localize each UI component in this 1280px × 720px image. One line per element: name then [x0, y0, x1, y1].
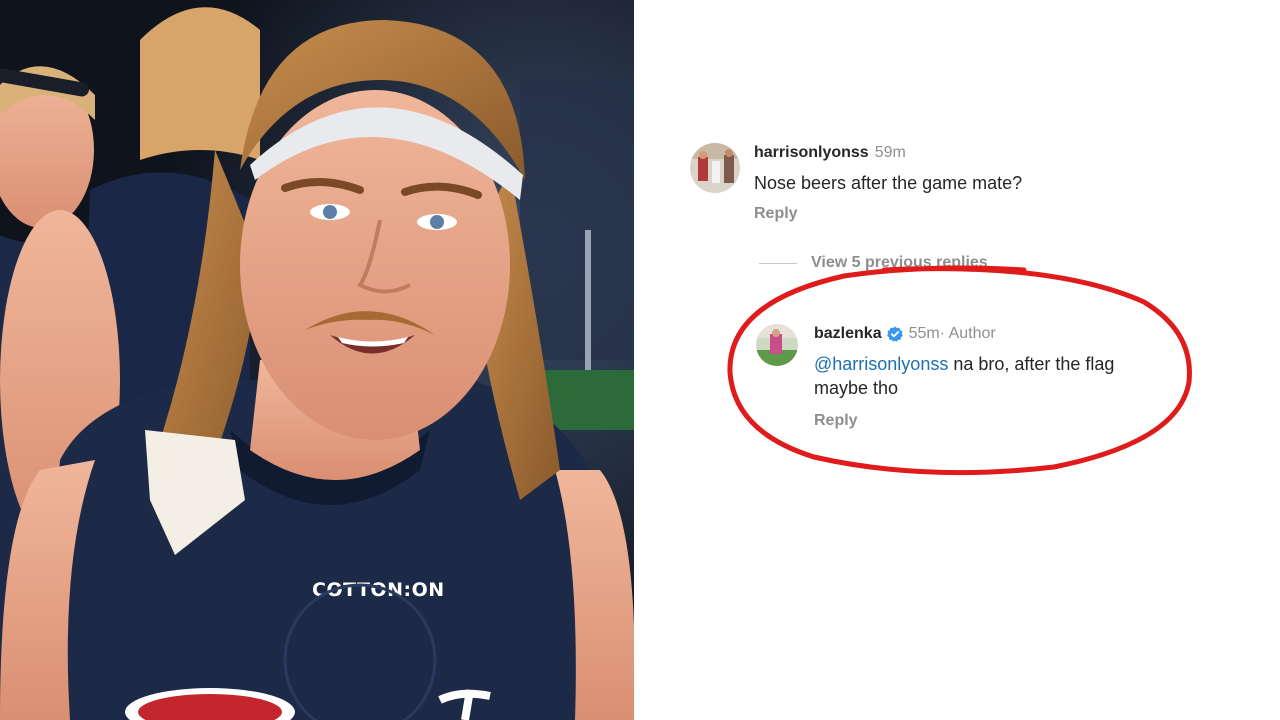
user-avatar-icon[interactable] — [756, 324, 798, 366]
comment-harrisonlyonss: harrisonlyonss 59m Nose beers after the … — [690, 143, 1022, 223]
player-photo-illustration: COTTON:ON — [0, 0, 634, 720]
comment-text-line-2: maybe tho — [814, 378, 899, 398]
comments-panel: harrisonlyonss 59m Nose beers after the … — [634, 0, 1280, 720]
view-replies-label: View 5 previous replies — [811, 254, 988, 271]
user-mention-link[interactable]: @harrisonlyonss — [814, 354, 948, 374]
replies-divider-line — [759, 262, 797, 264]
comment-text: @harrisonlyonss na bro, after the flag m… — [814, 352, 1114, 400]
user-avatar-icon[interactable] — [690, 143, 740, 193]
player-photo: COTTON:ON — [0, 0, 634, 720]
comment-text: Nose beers after the game mate? — [754, 173, 1023, 193]
view-previous-replies-button[interactable]: View 5 previous replies — [759, 254, 988, 272]
reply-button[interactable]: Reply — [814, 412, 1114, 430]
verified-badge-icon — [886, 326, 903, 342]
comment-timestamp: 55m — [908, 325, 940, 342]
comment-bazlenka: bazlenka 55m · Author @harrisonlyonss na… — [756, 324, 1114, 430]
reply-button[interactable]: Reply — [754, 205, 1022, 223]
comment-timestamp: 59m — [874, 144, 906, 161]
author-tag: · Author — [939, 325, 996, 342]
comment-username[interactable]: harrisonlyonss — [754, 143, 869, 163]
screen: COTTON:ON harrisonlyonss 59m Nose beers … — [0, 0, 1280, 720]
comment-username[interactable]: bazlenka — [814, 324, 882, 344]
comment-text-line-1: na bro, after the flag — [948, 354, 1115, 374]
